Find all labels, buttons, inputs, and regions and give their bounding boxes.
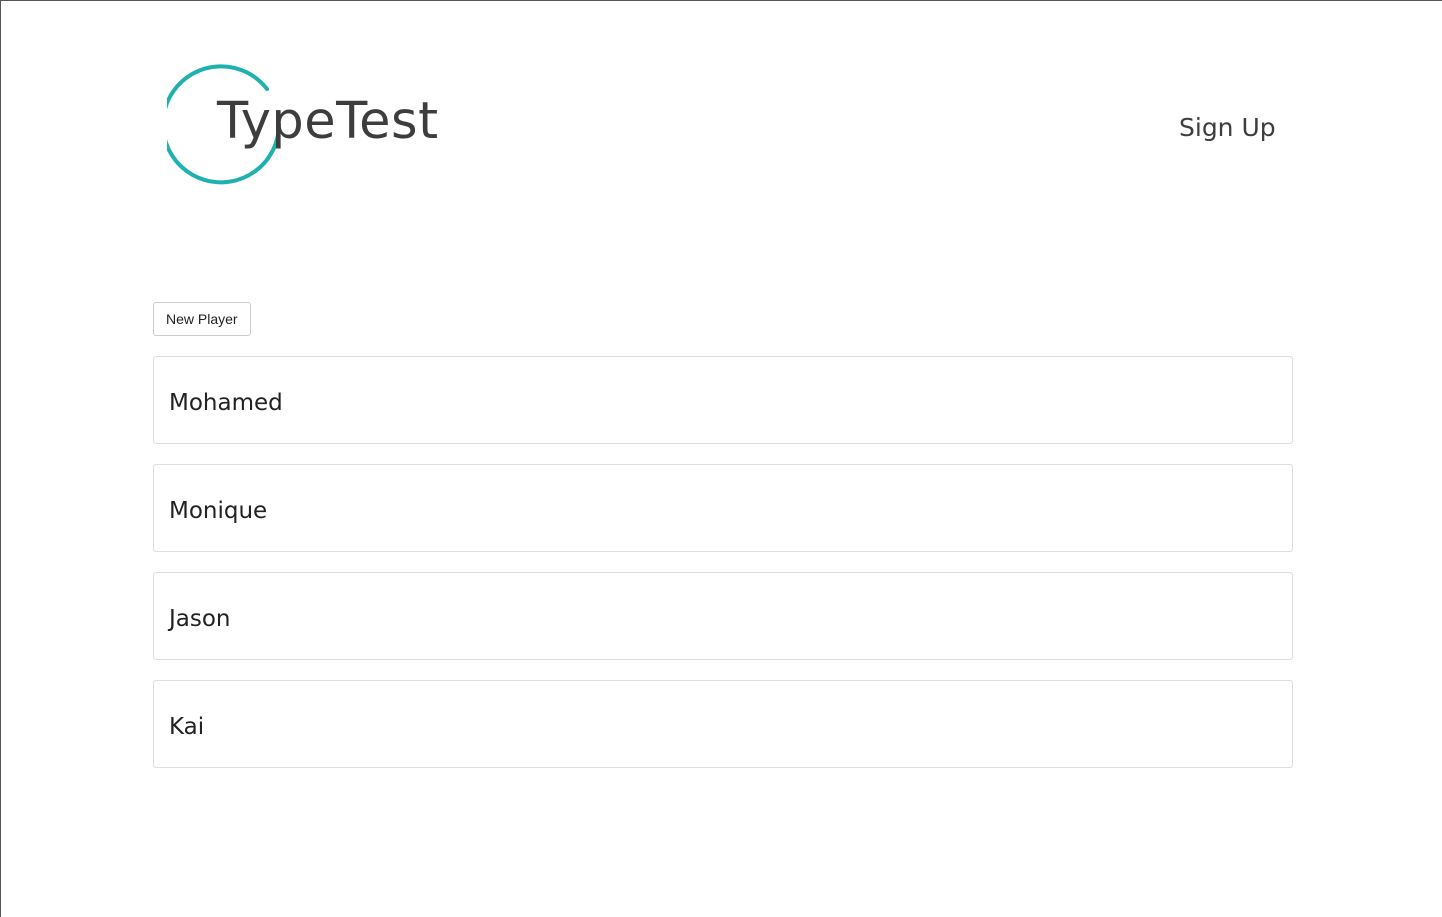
player-name: Monique <box>169 498 268 524</box>
new-player-button[interactable]: New Player <box>153 302 251 336</box>
player-card[interactable]: Mohamed <box>153 356 1293 444</box>
player-name: Jason <box>169 606 231 632</box>
player-name: Mohamed <box>169 390 283 416</box>
player-card[interactable]: Jason <box>153 572 1293 660</box>
player-card[interactable]: Monique <box>153 464 1293 552</box>
players-section: New Player Mohamed Monique Jason Kai <box>153 302 1293 788</box>
signup-link[interactable]: Sign Up <box>1179 111 1276 145</box>
player-list: Mohamed Monique Jason Kai <box>153 356 1293 768</box>
player-card[interactable]: Kai <box>153 680 1293 768</box>
brand-logo[interactable]: TypeTest <box>167 64 457 190</box>
site-header: TypeTest Sign Up <box>1 1 1442 221</box>
player-name: Kai <box>169 714 205 740</box>
brand-name: TypeTest <box>217 92 439 151</box>
